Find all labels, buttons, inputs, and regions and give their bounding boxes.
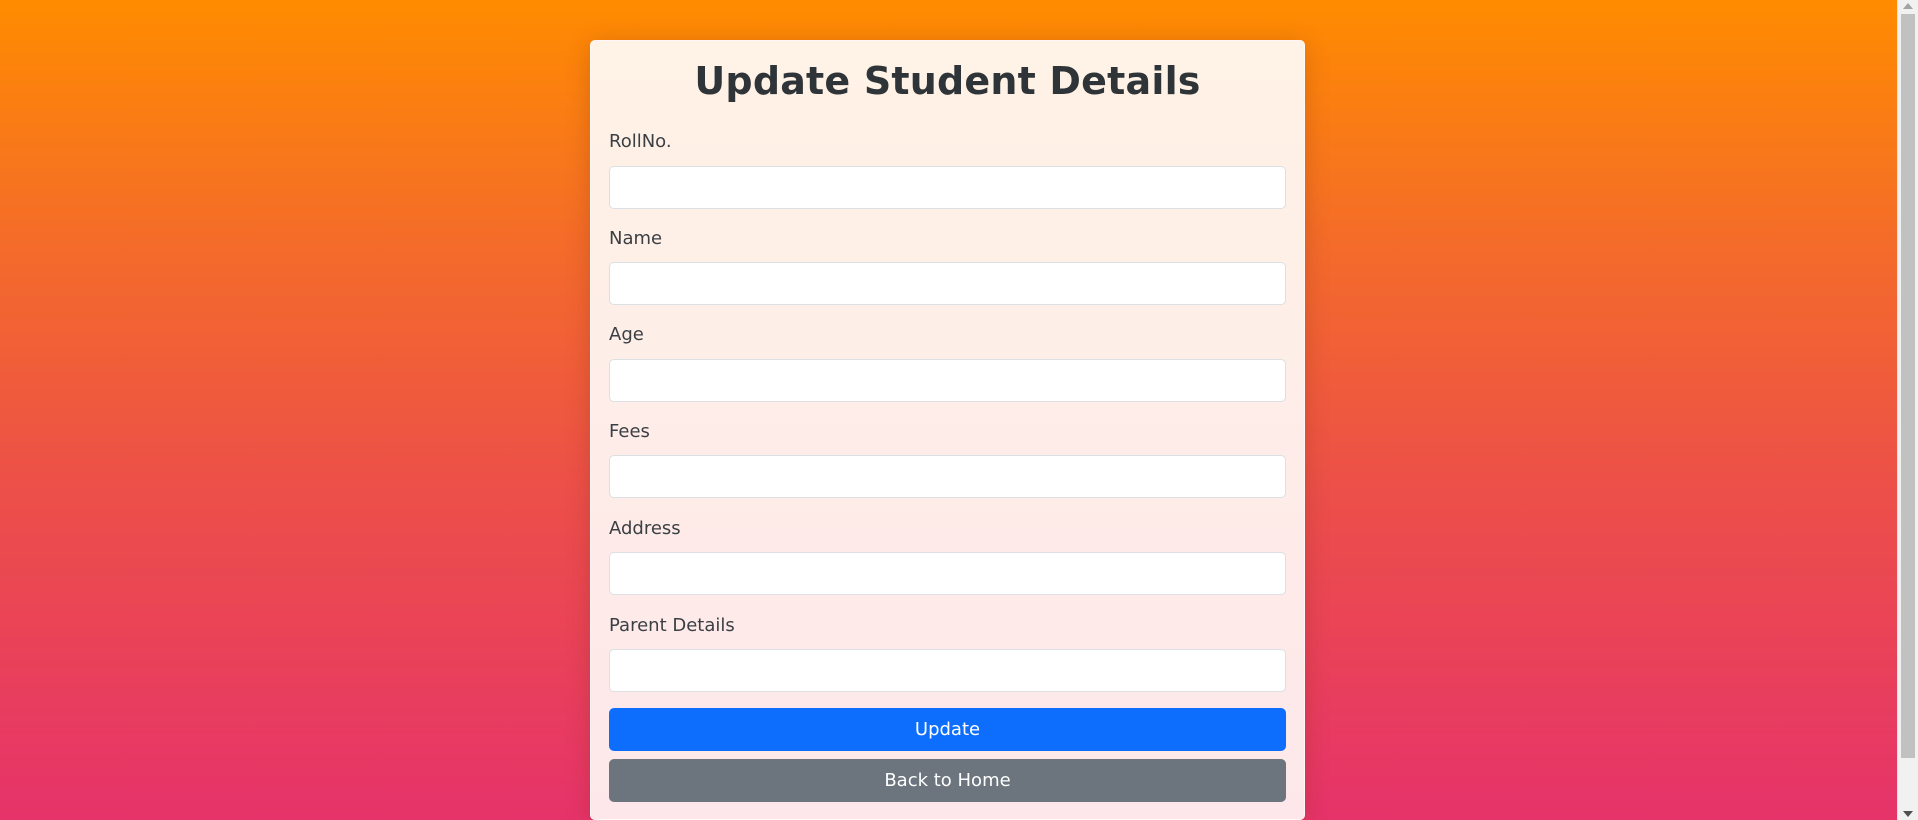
fees-label: Fees <box>609 421 650 442</box>
scroll-thumb[interactable] <box>1901 14 1915 758</box>
parent-details-label: Parent Details <box>609 615 735 636</box>
name-input[interactable] <box>609 262 1286 305</box>
back-to-home-button[interactable]: Back to Home <box>609 759 1286 802</box>
arrow-down-icon[interactable] <box>1903 811 1913 817</box>
rollno-label: RollNo. <box>609 131 672 152</box>
page-title: Update Student Details <box>694 59 1201 103</box>
fees-input[interactable] <box>609 455 1286 498</box>
age-label: Age <box>609 324 644 345</box>
update-student-card: Update Student Details RollNo. Name Age … <box>590 40 1305 820</box>
update-button[interactable]: Update <box>609 708 1286 751</box>
rollno-input[interactable] <box>609 166 1286 209</box>
address-input[interactable] <box>609 552 1286 595</box>
age-input[interactable] <box>609 359 1286 402</box>
parent-details-input[interactable] <box>609 649 1286 692</box>
name-label: Name <box>609 228 663 249</box>
address-label: Address <box>609 518 681 539</box>
arrow-up-icon[interactable] <box>1903 3 1913 9</box>
page-scrollbar[interactable] <box>1897 0 1918 820</box>
